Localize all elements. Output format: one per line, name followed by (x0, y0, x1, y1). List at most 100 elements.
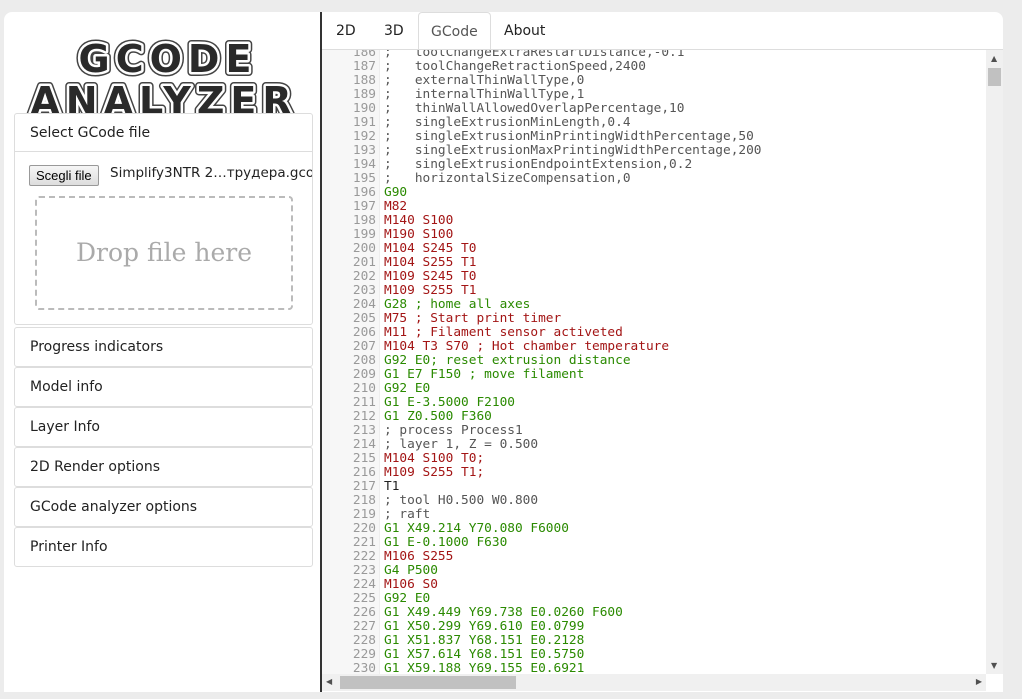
code-text: M140 S100 (384, 213, 454, 228)
code-line: 187 ; toolChangeRetractionSpeed,2400 (322, 60, 646, 74)
code-text: M104 S245 T0 (384, 241, 477, 256)
code-text: G1 Z0.500 F360 (384, 409, 492, 424)
line-number: 196 (352, 185, 376, 200)
main-panel: 2D 3D GCode About 186; toolChangeExtraRe… (322, 12, 1003, 692)
line-number: 195 (352, 171, 376, 186)
sidebar: GCODE GCODE GCODE ANALYZER ANALYZER ANAL… (4, 12, 322, 692)
code-text: G1 X49.214 Y70.080 F6000 (384, 521, 569, 536)
code-line: 200 M104 S245 T0 (322, 242, 477, 256)
line-number: 223 (352, 563, 376, 578)
line-number: 190 (352, 101, 376, 116)
line-number: 201 (352, 255, 376, 270)
gcode-viewer[interactable]: 186; toolChangeExtraRestartDistance,-0.1… (322, 50, 986, 674)
scroll-up-icon[interactable]: ▲ (991, 54, 997, 63)
scroll-left-icon[interactable]: ◀ (326, 677, 332, 686)
code-line: 211 G1 E-3.5000 F2100 (322, 396, 515, 410)
tab-bar: 2D 3D GCode About (322, 12, 1003, 51)
code-line: 223 G4 P500 (322, 563, 438, 578)
code-line: 213 ; process Process1 (322, 423, 523, 438)
line-number: 221 (352, 535, 376, 550)
code-line: 203 M109 S255 T1 (322, 284, 477, 298)
select-gcode-panel: Select GCode file Scegli file Simplify3N… (14, 113, 313, 325)
code-text: ; layer 1, Z = 0.500 (384, 437, 539, 452)
panel-printer-info[interactable]: Printer Info (14, 527, 313, 567)
code-text: ; internalThinWallType,1 (384, 87, 585, 102)
code-text: G1 E-0.1000 F630 (384, 535, 508, 550)
vertical-scrollbar[interactable]: ▲ ▼ (986, 50, 1003, 674)
panel-layer-info[interactable]: Layer Info (14, 407, 313, 447)
code-line: 197 M82 (322, 200, 407, 214)
panel-title[interactable]: Select GCode file (15, 114, 312, 152)
panel-2d-render-options[interactable]: 2D Render options (14, 447, 313, 487)
line-number: 215 (352, 451, 376, 466)
line-number: 192 (352, 129, 376, 144)
line-number: 226 (352, 605, 376, 620)
code-line: 227 G1 X50.299 Y69.610 E0.0799 (322, 620, 584, 634)
line-number: 219 (352, 507, 376, 522)
scrollbar-thumb[interactable] (340, 676, 516, 689)
svg-text:GCODE: GCODE (79, 37, 258, 81)
code-line: 216 M109 S255 T1; (322, 466, 484, 480)
line-number: 188 (352, 73, 376, 88)
panel-title[interactable]: Progress indicators (15, 328, 312, 366)
scrollbar-thumb[interactable] (988, 68, 1001, 86)
line-number: 210 (352, 381, 376, 396)
tab-about[interactable]: About (492, 12, 557, 50)
tab-2d[interactable]: 2D (324, 12, 368, 50)
code-text: ; raft (384, 507, 431, 522)
panel-model-info[interactable]: Model info (14, 367, 313, 407)
scroll-right-icon[interactable]: ▶ (976, 677, 982, 686)
line-number: 224 (352, 577, 376, 592)
panel-gcode-analyzer-options[interactable]: GCode analyzer options (14, 487, 313, 527)
code-text: ; singleExtrusionEndpointExtension,0.2 (384, 157, 693, 172)
line-number: 194 (352, 157, 376, 172)
line-number: 193 (352, 143, 376, 158)
code-line: 188 ; externalThinWallType,0 (322, 73, 584, 88)
panel-title[interactable]: Layer Info (15, 408, 312, 446)
line-number: 222 (352, 549, 376, 564)
line-number: 206 (352, 325, 376, 340)
line-number: 213 (352, 423, 376, 438)
tab-3d[interactable]: 3D (372, 12, 416, 50)
panel-title[interactable]: Model info (15, 368, 312, 406)
choose-file-button[interactable]: Scegli file (29, 165, 99, 186)
code-text: M190 S100 (384, 227, 454, 242)
code-text: G1 E7 F150 ; move filament (384, 367, 585, 382)
line-number: 214 (352, 437, 376, 452)
code-line: 198 M140 S100 (322, 213, 453, 228)
code-text: M106 S0 (384, 577, 438, 592)
code-line: 224 M106 S0 (322, 577, 438, 592)
code-line: 191 ; singleExtrusionMinLength,0.4 (322, 116, 631, 130)
panel-title[interactable]: 2D Render options (15, 448, 312, 486)
code-line: 220 G1 X49.214 Y70.080 F6000 (322, 522, 569, 536)
code-line: 209 G1 E7 F150 ; move filament (322, 368, 584, 382)
horizontal-scrollbar[interactable]: ◀ ▶ (322, 674, 986, 691)
gcode-analyzer-logo: GCODE GCODE GCODE ANALYZER ANALYZER ANAL… (26, 33, 295, 120)
scroll-down-icon[interactable]: ▼ (991, 661, 997, 670)
line-number: 217 (352, 479, 376, 494)
line-number: 204 (352, 297, 376, 312)
panel-title[interactable]: Printer Info (15, 528, 312, 566)
code-line: 208 G92 E0; reset extrusion distance (322, 353, 631, 368)
code-text: M11 ; Filament sensor activeted (384, 325, 623, 340)
panel-title[interactable]: GCode analyzer options (15, 488, 312, 526)
code-line: 204 G28 ; home all axes (322, 297, 531, 312)
code-text: G1 X57.614 Y68.151 E0.5750 (384, 647, 585, 662)
line-number: 198 (352, 213, 376, 228)
drop-zone[interactable]: Drop file here (35, 196, 293, 310)
panel-progress-indicators[interactable]: Progress indicators (14, 327, 313, 367)
code-line: 199 M190 S100 (322, 228, 453, 242)
tab-gcode[interactable]: GCode (418, 12, 491, 51)
code-line: 207 M104 T3 S70 ; Hot chamber temperature (322, 340, 669, 354)
line-number: 212 (352, 409, 376, 424)
code-text: ; singleExtrusionMinPrintingWidthPercent… (384, 129, 754, 144)
code-line: 210 G92 E0 (322, 381, 430, 396)
code-line: 215 M104 S100 T0; (322, 451, 484, 466)
code-line: 206 M11 ; Filament sensor activeted (322, 325, 623, 340)
line-number: 208 (352, 353, 376, 368)
code-text: ; thinWallAllowedOverlapPercentage,10 (384, 101, 685, 116)
code-line: 226 G1 X49.449 Y69.738 E0.0260 F600 (322, 605, 623, 620)
code-line: 193 ; singleExtrusionMaxPrintingWidthPerc… (322, 143, 762, 158)
code-text: T1 (384, 479, 400, 494)
code-text: M106 S255 (384, 549, 454, 564)
